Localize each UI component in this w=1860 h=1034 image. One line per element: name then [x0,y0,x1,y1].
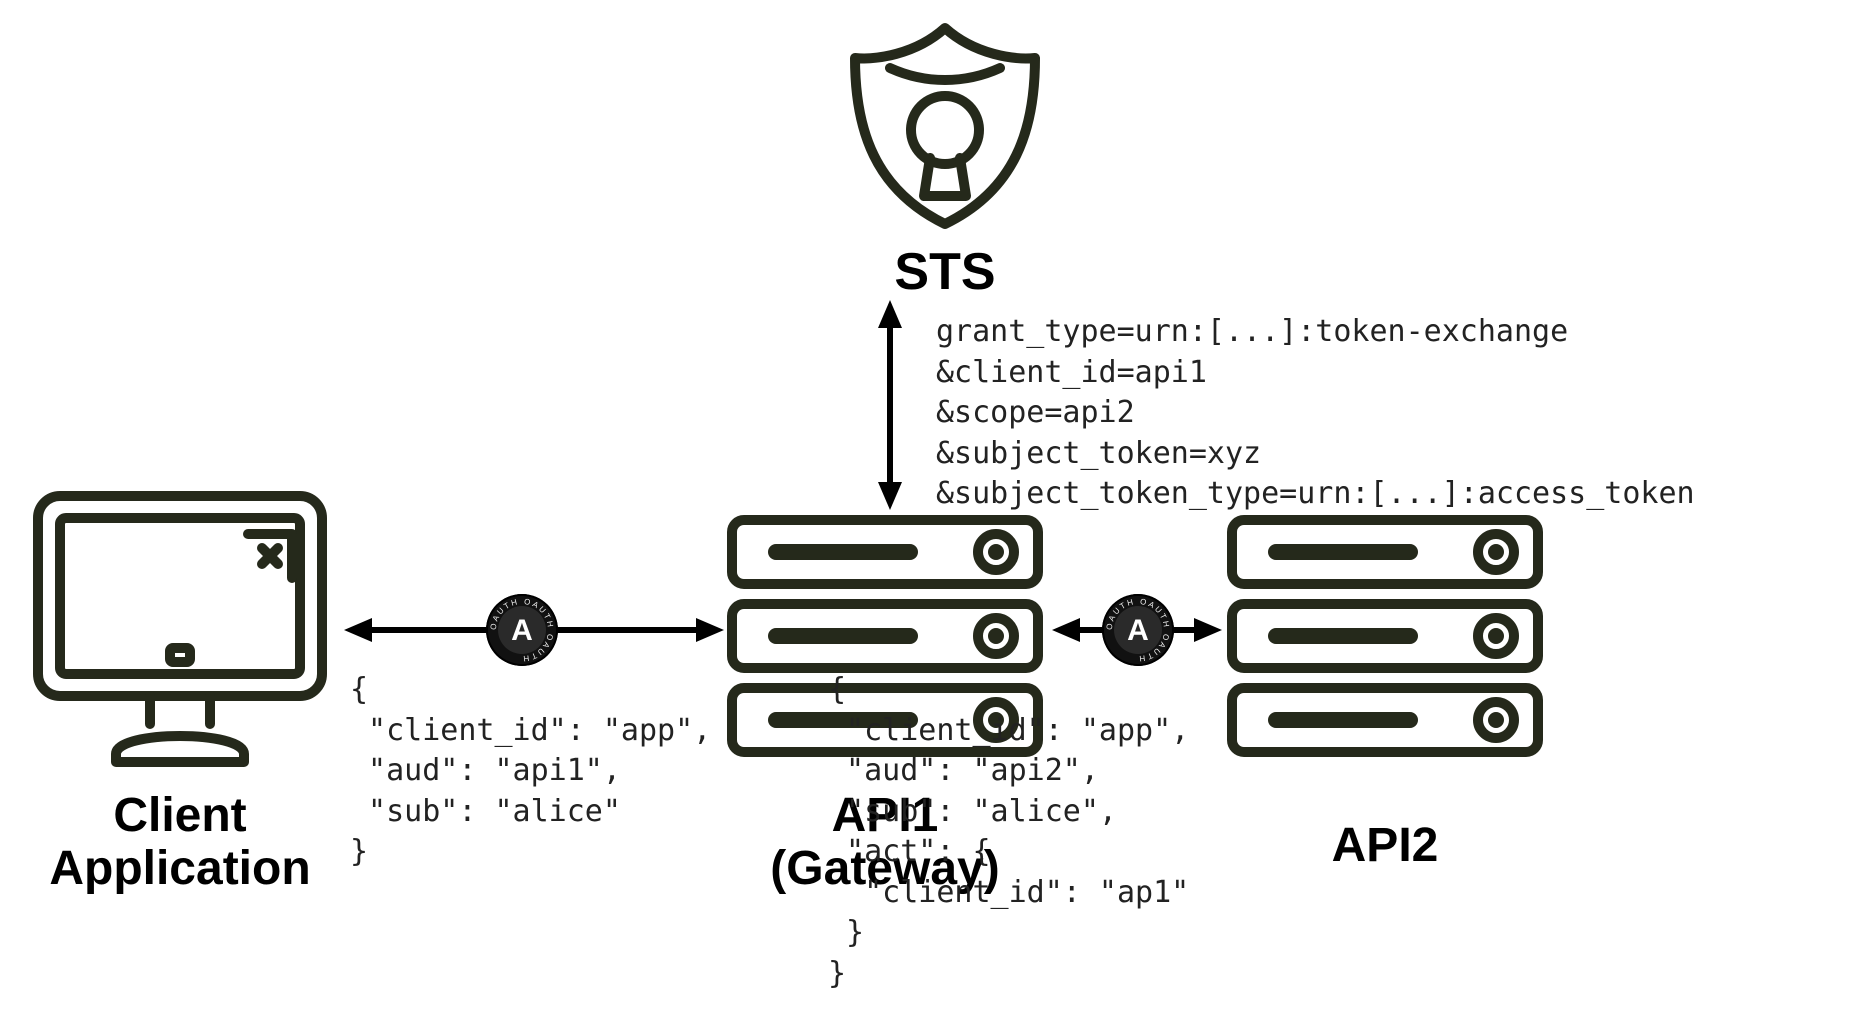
oauth-initial: A [511,614,533,647]
client-node [20,478,340,778]
api2-node [1220,508,1550,768]
client-label: Client Application [0,790,360,896]
oauth-badge-icon: OAUTH OAUTH OAUTH A [1102,594,1174,666]
sts-exchange-params: grant_type=urn:[...]:token-exchange &cli… [936,312,1836,515]
sts-node [830,10,1060,240]
client-label-line1: Client [113,789,246,842]
server-stack-icon [1220,508,1550,768]
monitor-icon [20,478,340,778]
arrow-api1-sts [870,300,910,510]
oauth-badge-icon: OAUTH OAUTH OAUTH A [486,594,558,666]
shield-icon [830,10,1060,240]
api2-label: API2 [1220,820,1550,873]
token-client-to-api1: { "client_id": "app", "aud": "api1", "su… [350,670,711,873]
token-api1-to-api2: { "client_id": "app", "aud": "api2", "su… [828,670,1189,994]
oauth-initial: A [1127,614,1149,647]
diagram-stage: STS grant_type=urn:[...]:token-exchange … [0,0,1860,1034]
client-label-line2: Application [49,842,310,895]
sts-label: STS [830,244,1060,301]
